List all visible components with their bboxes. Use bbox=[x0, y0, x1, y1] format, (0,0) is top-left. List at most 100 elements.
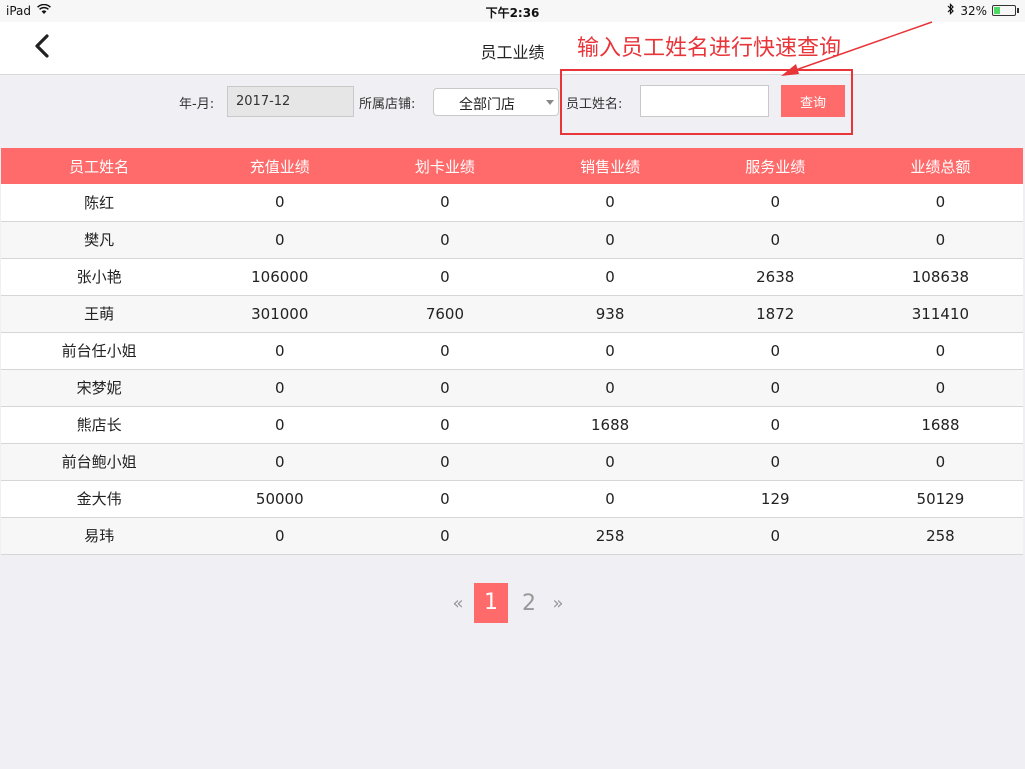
table-cell: 129 bbox=[692, 480, 858, 518]
table-cell: 0 bbox=[362, 221, 528, 259]
table-cell: 0 bbox=[362, 369, 528, 407]
table-row[interactable]: 金大伟 50000 0 0 129 50129 bbox=[1, 480, 1023, 518]
table-row[interactable]: 陈红 0 0 0 0 0 bbox=[1, 184, 1023, 222]
table-row[interactable]: 宋梦妮 0 0 0 0 0 bbox=[1, 369, 1023, 407]
table-row[interactable]: 熊店长 0 0 1688 0 1688 bbox=[1, 406, 1023, 444]
table-cell: 7600 bbox=[362, 295, 528, 333]
table-row[interactable]: 王萌 301000 7600 938 1872 311410 bbox=[1, 295, 1023, 333]
table-cell: 0 bbox=[527, 332, 693, 370]
battery-fill bbox=[994, 7, 1000, 14]
table-cell: 0 bbox=[857, 221, 1023, 259]
status-right: 32% bbox=[947, 3, 1019, 18]
header-employee-name: 员工姓名 bbox=[1, 148, 198, 184]
table-cell: 0 bbox=[692, 221, 858, 259]
table-cell: 0 bbox=[692, 517, 858, 555]
table-cell: 陈红 bbox=[1, 184, 198, 222]
table-cell: 311410 bbox=[857, 295, 1023, 333]
header-recharge: 充值业绩 bbox=[197, 148, 363, 184]
header-sales: 销售业绩 bbox=[527, 148, 693, 184]
table-cell: 938 bbox=[527, 295, 693, 333]
store-select-value: 全部门店 bbox=[459, 97, 515, 113]
table-cell: 0 bbox=[197, 517, 363, 555]
table-cell: 樊凡 bbox=[1, 221, 198, 259]
battery-icon bbox=[992, 5, 1016, 16]
table-cell: 张小艳 bbox=[1, 258, 198, 296]
table-cell: 0 bbox=[362, 517, 528, 555]
table-row[interactable]: 前台任小姐 0 0 0 0 0 bbox=[1, 332, 1023, 370]
performance-table: 员工姓名 充值业绩 划卡业绩 销售业绩 服务业绩 业绩总额 陈红 0 0 0 0 0 樊凡… bbox=[1, 148, 1023, 555]
employee-name-label: 员工姓名: bbox=[566, 97, 623, 112]
table-cell: 0 bbox=[692, 443, 858, 481]
prev-page-button[interactable]: « bbox=[446, 593, 470, 614]
pagination: « 1 2 » bbox=[446, 583, 570, 623]
table-cell: 0 bbox=[197, 443, 363, 481]
employee-name-input[interactable] bbox=[640, 85, 769, 117]
table-cell: 王萌 bbox=[1, 295, 198, 333]
table-cell: 1872 bbox=[692, 295, 858, 333]
table-cell: 1688 bbox=[527, 406, 693, 444]
battery-tip bbox=[1017, 8, 1019, 13]
status-bar: iPad 下午2:36 32% bbox=[0, 0, 1025, 22]
table-cell: 0 bbox=[692, 332, 858, 370]
page-title: 员工业绩 bbox=[480, 43, 545, 62]
table-cell: 0 bbox=[527, 480, 693, 518]
table-cell: 前台任小姐 bbox=[1, 332, 198, 370]
table-cell: 0 bbox=[362, 480, 528, 518]
table-cell: 0 bbox=[362, 406, 528, 444]
table-cell: 0 bbox=[362, 443, 528, 481]
table-cell: 熊店长 bbox=[1, 406, 198, 444]
page-button-2[interactable]: 2 bbox=[512, 591, 546, 616]
date-field[interactable]: 2017-12 bbox=[227, 86, 354, 117]
table-cell: 0 bbox=[857, 332, 1023, 370]
table-cell: 0 bbox=[527, 443, 693, 481]
table-cell: 0 bbox=[362, 332, 528, 370]
table-cell: 2638 bbox=[692, 258, 858, 296]
table-cell: 0 bbox=[527, 221, 693, 259]
table-cell: 258 bbox=[857, 517, 1023, 555]
store-select[interactable]: 全部门店 bbox=[433, 88, 559, 116]
table-cell: 0 bbox=[527, 369, 693, 407]
table-cell: 0 bbox=[197, 406, 363, 444]
battery-percent: 32% bbox=[960, 3, 987, 18]
header-card-swipe: 划卡业绩 bbox=[362, 148, 528, 184]
status-time: 下午2:36 bbox=[485, 6, 540, 20]
table-cell: 金大伟 bbox=[1, 480, 198, 518]
next-page-button[interactable]: » bbox=[546, 593, 570, 614]
table-cell: 0 bbox=[692, 184, 858, 222]
page-button-1[interactable]: 1 bbox=[474, 583, 508, 623]
table-cell: 301000 bbox=[197, 295, 363, 333]
table-cell: 0 bbox=[197, 369, 363, 407]
table-cell: 宋梦妮 bbox=[1, 369, 198, 407]
table-cell: 50129 bbox=[857, 480, 1023, 518]
header-service: 服务业绩 bbox=[692, 148, 858, 184]
query-button[interactable]: 查询 bbox=[781, 85, 845, 117]
table-cell: 0 bbox=[362, 184, 528, 222]
table-cell: 0 bbox=[692, 369, 858, 407]
table-cell: 0 bbox=[857, 443, 1023, 481]
date-label: 年-月: bbox=[179, 97, 215, 112]
table-cell: 0 bbox=[857, 184, 1023, 222]
table-cell: 0 bbox=[692, 406, 858, 444]
table-cell: 0 bbox=[362, 258, 528, 296]
header-total: 业绩总额 bbox=[857, 148, 1023, 184]
table-cell: 易玮 bbox=[1, 517, 198, 555]
table-cell: 50000 bbox=[197, 480, 363, 518]
store-label: 所属店铺: bbox=[359, 97, 416, 112]
table-cell: 0 bbox=[197, 221, 363, 259]
table-row[interactable]: 张小艳 106000 0 0 2638 108638 bbox=[1, 258, 1023, 296]
table-header-row: 员工姓名 充值业绩 划卡业绩 销售业绩 服务业绩 业绩总额 bbox=[1, 148, 1023, 184]
table-row[interactable]: 樊凡 0 0 0 0 0 bbox=[1, 221, 1023, 259]
table-cell: 0 bbox=[857, 369, 1023, 407]
table-cell: 108638 bbox=[857, 258, 1023, 296]
table-cell: 106000 bbox=[197, 258, 363, 296]
table-cell: 0 bbox=[527, 184, 693, 222]
table-cell: 1688 bbox=[857, 406, 1023, 444]
table-cell: 258 bbox=[527, 517, 693, 555]
table-row[interactable]: 前台鲍小姐 0 0 0 0 0 bbox=[1, 443, 1023, 481]
table-cell: 0 bbox=[197, 184, 363, 222]
table-cell: 0 bbox=[197, 332, 363, 370]
nav-bar: 员工业绩 bbox=[0, 22, 1025, 75]
bluetooth-icon bbox=[947, 3, 955, 18]
table-cell: 0 bbox=[527, 258, 693, 296]
table-row[interactable]: 易玮 0 0 258 0 258 bbox=[1, 517, 1023, 555]
